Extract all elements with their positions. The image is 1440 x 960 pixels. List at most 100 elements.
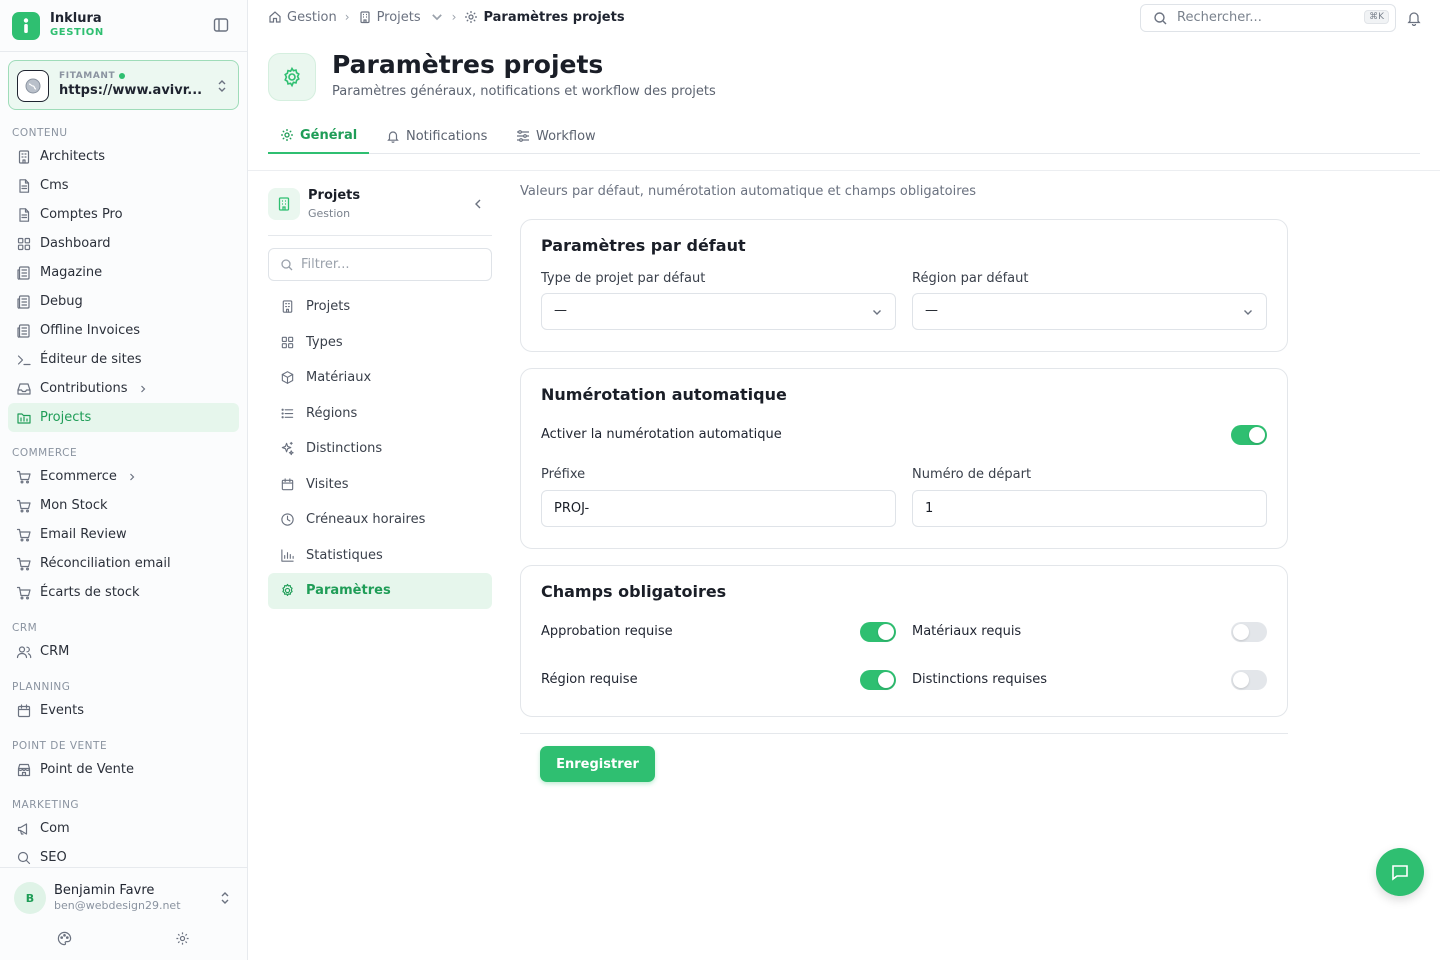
subpanel-nav: Projets Types Matériaux Régions Distinctions…	[268, 289, 492, 609]
chevron-left-icon[interactable]	[471, 197, 485, 211]
bar-chart-icon	[281, 549, 294, 562]
region-required-toggle[interactable]	[860, 670, 896, 690]
home-icon	[269, 11, 281, 23]
chevron-up-down-icon[interactable]	[219, 890, 231, 906]
subnav-item-distinctions[interactable]: Distinctions	[268, 431, 492, 467]
nav-section-title: PLANNING	[12, 681, 71, 693]
subnav-item-statistiques[interactable]: Statistiques	[268, 538, 492, 574]
distinctions-required-toggle[interactable]	[1231, 670, 1267, 690]
folder-icon	[17, 412, 31, 424]
sidebar-item-ecarts-de-stock[interactable]: Écarts de stock	[8, 578, 239, 607]
required-fields-card: Champs obligatoires Approbation requise …	[520, 565, 1288, 717]
sidebar-item-cms[interactable]: Cms	[8, 171, 239, 200]
breadcrumb-section[interactable]: Projets	[358, 10, 444, 25]
field-label: Préfixe	[541, 467, 586, 482]
chevron-down-icon[interactable]	[430, 10, 444, 24]
chevron-right-icon	[140, 385, 145, 392]
sidebar-toggle-icon[interactable]	[212, 16, 230, 34]
sidebar-item-offline-invoices[interactable]: Offline Invoices	[8, 316, 239, 345]
breadcrumb-home[interactable]: Gestion	[268, 10, 337, 25]
nav-gap	[0, 432, 247, 440]
cart-icon	[16, 470, 31, 484]
tab-workflow[interactable]: Workflow	[504, 118, 608, 154]
sidebar-item-label: Offline Invoices	[40, 323, 141, 338]
list-icon	[281, 408, 294, 419]
project-type-select[interactable]: —	[541, 293, 896, 330]
subnav-item-label: Types	[306, 334, 343, 350]
materials-required-toggle[interactable]	[1231, 622, 1267, 642]
bell-icon	[387, 131, 399, 143]
sidebar-item-debug[interactable]: Debug	[8, 287, 239, 316]
subnav-item-creneaux-horaires[interactable]: Créneaux horaires	[268, 502, 492, 538]
sidebar-item-label: Cms	[40, 178, 69, 193]
subnav-item-visites[interactable]: Visites	[268, 467, 492, 503]
chevron-up-down-icon	[218, 80, 226, 92]
sidebar-item-point-de-vente[interactable]: Point de Vente	[8, 755, 239, 784]
gear-icon[interactable]	[175, 931, 190, 946]
grid-icon	[281, 336, 294, 348]
sidebar-item-contributions[interactable]: Contributions	[8, 374, 239, 403]
sidebar-item-comptes-pro[interactable]: Comptes Pro	[8, 200, 239, 229]
sidebar-item-projects[interactable]: Projects	[8, 403, 239, 432]
field-label: Type de projet par défaut	[541, 271, 706, 286]
sidebar-item-label: Écarts de stock	[40, 585, 140, 600]
subnav-item-types[interactable]: Types	[268, 325, 492, 361]
sidebar-item-events[interactable]: Events	[8, 696, 239, 725]
store-icon	[17, 763, 31, 776]
subnav-item-projets[interactable]: Projets	[268, 289, 492, 325]
user-menu[interactable]: B Benjamin Favre ben@webdesign29.net	[0, 867, 247, 960]
prefix-input[interactable]: PROJ-	[541, 490, 896, 527]
keyboard-shortcut: ⌘K	[1364, 10, 1389, 24]
sidebar-item-crm[interactable]: CRM	[8, 637, 239, 666]
toggle-label: Matériaux requis	[912, 624, 1022, 639]
calendar-icon	[17, 703, 31, 717]
subnav-item-label: Matériaux	[306, 370, 372, 386]
breadcrumb-home-label: Gestion	[287, 9, 337, 25]
sidebar-item-editeur-de-sites[interactable]: Éditeur de sites	[8, 345, 239, 374]
brand-subtitle: GESTION	[50, 27, 104, 38]
brand-name: Inklura	[50, 11, 102, 26]
sidebar-item-label: Dashboard	[40, 236, 111, 251]
region-select[interactable]: —	[912, 293, 1267, 330]
site-switcher[interactable]: FITAMANT https://www.avivr...	[8, 60, 239, 110]
tab-general[interactable]: Général	[268, 118, 370, 154]
sidebar-item-architects[interactable]: Architects	[8, 142, 239, 171]
sidebar-item-ecommerce[interactable]: Ecommerce	[8, 462, 239, 491]
sidebar-item-dashboard[interactable]: Dashboard	[8, 229, 239, 258]
breadcrumb-section-label: Projets	[376, 9, 421, 25]
select-value: —	[925, 303, 938, 318]
newspaper-icon	[17, 294, 30, 309]
approval-required-toggle[interactable]	[860, 622, 896, 642]
clock-icon	[281, 513, 294, 526]
sidebar-item-com[interactable]: Com	[8, 814, 239, 843]
card-title: Paramètres par défaut	[541, 236, 746, 255]
search-icon	[281, 259, 293, 271]
sidebar-item-magazine[interactable]: Magazine	[8, 258, 239, 287]
chat-button[interactable]	[1376, 848, 1424, 896]
inbox-icon	[17, 382, 31, 395]
sidebar-item-seo[interactable]: SEO	[8, 843, 239, 868]
bell-icon[interactable]	[1406, 10, 1422, 26]
tab-notifications[interactable]: Notifications	[374, 118, 499, 154]
start-number-input[interactable]: 1	[912, 490, 1267, 527]
palette-icon[interactable]	[57, 931, 72, 946]
sidebar-item-email-review[interactable]: Email Review	[8, 520, 239, 549]
subnav-item-regions[interactable]: Régions	[268, 396, 492, 432]
sidebar-item-mon-stock[interactable]: Mon Stock	[8, 491, 239, 520]
toggle-label: Région requise	[541, 672, 638, 687]
sidebar-item-reconciliation-email[interactable]: Réconciliation email	[8, 549, 239, 578]
auto-numbering-toggle[interactable]	[1231, 425, 1267, 445]
building-icon	[18, 149, 30, 164]
brand[interactable]: Inklura GESTION	[12, 10, 104, 42]
sidebar-item-label: Point de Vente	[40, 762, 135, 777]
search-icon	[17, 851, 31, 864]
search-input[interactable]: Rechercher... ⌘K	[1140, 4, 1396, 32]
subnav-item-parametres[interactable]: Paramètres	[268, 573, 492, 609]
filter-input[interactable]: Filtrer...	[268, 248, 492, 281]
sidebar-item-label: Debug	[40, 294, 83, 309]
subnav-item-label: Créneaux horaires	[306, 512, 426, 528]
subnav-item-materiaux[interactable]: Matériaux	[268, 360, 492, 396]
subnav-item-label: Visites	[306, 476, 349, 492]
save-button[interactable]: Enregistrer	[540, 746, 655, 782]
sidebar-item-label: Events	[40, 703, 85, 718]
